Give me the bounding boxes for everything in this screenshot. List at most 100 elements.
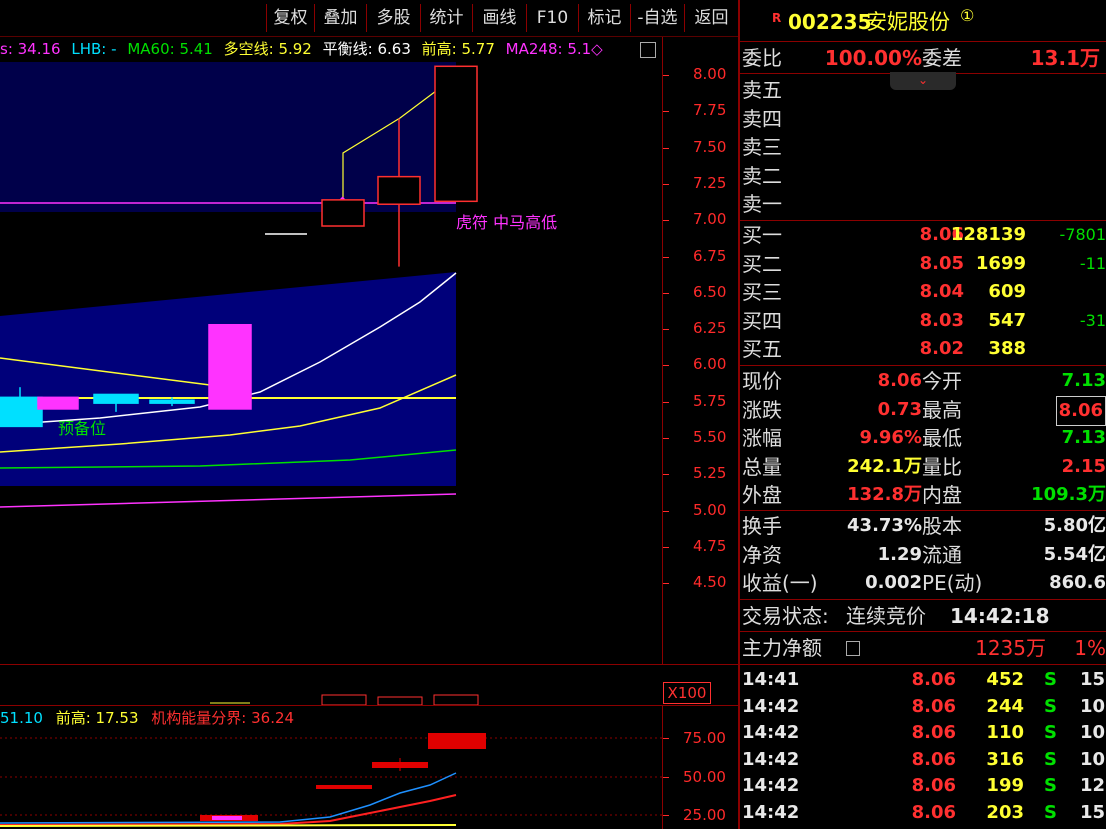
main-force-label: 主力净额 <box>742 636 822 660</box>
price-axis-label: 5.00 <box>693 500 727 519</box>
sub-axis-label: 75.00 <box>683 729 726 747</box>
buy-level-row[interactable]: 买五 8.02 388 <box>740 335 1106 363</box>
remove-watchlist-button[interactable]: -自选 <box>630 4 684 32</box>
stat-label: 最低 <box>922 426 962 451</box>
fundamental-label: 股本 <box>922 514 962 538</box>
tick-side: S <box>1044 695 1057 717</box>
axis-tick <box>663 546 669 548</box>
energy-yellow-line <box>0 824 457 827</box>
stat-value: 8.06 <box>877 370 922 391</box>
price-axis-label: 8.00 <box>693 65 727 83</box>
buy-level-change: -31 <box>1079 310 1106 330</box>
buy-level-price: 8.03 <box>919 309 964 331</box>
multi-stock-button[interactable]: 多股 <box>366 4 420 32</box>
back-button[interactable]: 返回 <box>684 4 738 32</box>
tick-time: 14:42 <box>742 748 800 770</box>
stat-value: 7.13 <box>1061 370 1106 391</box>
indicator-balance: 平衡线: 6.63 <box>322 40 411 58</box>
divider <box>740 41 1106 42</box>
tick-price: 8.06 <box>911 722 956 744</box>
axis-tick <box>663 438 669 439</box>
restore-rights-button[interactable]: 复权 <box>266 4 314 32</box>
fundamental-label: 净资 <box>742 542 782 567</box>
axis-tick <box>663 183 669 185</box>
axis-tick <box>663 815 669 816</box>
sell-level-label: 卖二 <box>742 163 782 188</box>
buy-level-row[interactable]: 买二 8.05 1699 -11 <box>740 250 1106 278</box>
annotation-prep: 预备位 <box>58 419 106 438</box>
indicator-s: s: 34.16 <box>0 40 61 58</box>
energy-chart[interactable] <box>0 705 662 829</box>
candle-body <box>208 323 252 410</box>
price-axis-label: 4.50 <box>693 573 727 592</box>
sell-level-row[interactable]: 卖三 <box>740 133 1106 161</box>
tick-price: 8.06 <box>911 802 956 823</box>
sell-level-label: 卖三 <box>742 135 782 160</box>
energy-bar <box>428 733 486 749</box>
f10-button[interactable]: F10 <box>526 4 578 32</box>
stat-row: 涨幅 9.96% 最低 7.13 <box>740 424 1106 452</box>
sell-level-row[interactable]: 卖五 <box>740 76 1106 104</box>
tick-count: 15 <box>1080 669 1106 690</box>
buy-level-label: 买一 <box>742 223 782 247</box>
buy-level-volume: 547 <box>988 309 1026 331</box>
sell-level-row[interactable]: 卖一 <box>740 190 1106 218</box>
fundamental-value: 0.002 <box>865 572 922 594</box>
multiplier-label: X100 <box>663 682 711 704</box>
stat-row: 总量 242.1万 量比 2.15 <box>740 453 1106 481</box>
candlestick-chart[interactable]: 虎符 中马高低 预备位 <box>0 62 662 664</box>
stat-label: 内盘 <box>922 483 962 508</box>
sub-axis: 75.00 50.00 25.00 <box>662 705 739 829</box>
sell-level-row[interactable]: 卖四 <box>740 105 1106 133</box>
mark-button[interactable]: 标记 <box>578 4 630 32</box>
tick-side: S <box>1044 722 1057 744</box>
sell-level-row[interactable]: 卖二 <box>740 162 1106 190</box>
stat-label: 外盘 <box>742 483 782 508</box>
legend-toggle-icon[interactable] <box>640 42 656 58</box>
buy-level-price: 8.05 <box>919 252 964 274</box>
tick-count: 10 <box>1080 722 1106 744</box>
weicha-label: 委差 <box>922 46 962 70</box>
divider <box>740 510 1106 511</box>
sell-level-label: 卖四 <box>742 106 782 131</box>
quote-panel: R 002235 安妮股份 ① 委比 100.00% 委差 13.1万 ⌄ 卖五… <box>740 0 1106 829</box>
divider <box>740 365 1106 366</box>
axis-tick <box>663 365 669 367</box>
statistics-button[interactable]: 统计 <box>420 4 472 32</box>
draw-line-button[interactable]: 画线 <box>472 4 526 32</box>
candle-body <box>37 396 79 410</box>
tick-row: 14:42 8.06 110 S 10 <box>740 720 1106 746</box>
buy-level-row[interactable]: 买一 8.06 128139 -7801 <box>740 221 1106 249</box>
trade-status-row: 交易状态: 连续竞价 14:42:18 <box>740 602 1106 630</box>
weibi-label: 委比 <box>742 46 782 70</box>
tick-volume: 244 <box>986 695 1024 717</box>
tick-side: S <box>1044 748 1057 770</box>
axis-tick <box>663 738 669 739</box>
buy-level-row[interactable]: 买四 8.03 547 -31 <box>740 307 1106 335</box>
stat-value: 2.15 <box>1061 455 1106 477</box>
main-force-row: 主力净额 1235万 1% <box>740 634 1106 662</box>
axis-tick <box>663 256 669 258</box>
candle-body <box>0 396 43 428</box>
tick-volume: 199 <box>986 775 1024 797</box>
axis-tick <box>663 510 669 512</box>
axis-tick <box>663 220 669 222</box>
tick-time: 14:42 <box>742 722 800 744</box>
price-axis-label: 5.50 <box>693 428 727 446</box>
stat-row: 外盘 132.8万 内盘 109.3万 <box>740 481 1106 509</box>
price-axis-label: 7.50 <box>693 137 727 156</box>
divider <box>740 73 890 74</box>
main-force-pct: 1% <box>1074 636 1106 660</box>
buy-level-row[interactable]: 买三 8.04 609 <box>740 278 1106 306</box>
buy-level-volume: 128139 <box>950 224 1026 245</box>
divider <box>956 73 1106 74</box>
price-axis-label: 6.75 <box>693 246 727 265</box>
divider <box>740 599 1106 600</box>
stat-label: 最高 <box>922 397 962 422</box>
stat-value: 242.1万 <box>847 455 922 477</box>
axis-tick <box>663 147 669 149</box>
list-icon[interactable] <box>846 641 860 656</box>
overlay-button[interactable]: 叠加 <box>314 4 366 32</box>
price-axis-label: 6.25 <box>693 319 727 338</box>
tick-side: S <box>1044 669 1057 690</box>
